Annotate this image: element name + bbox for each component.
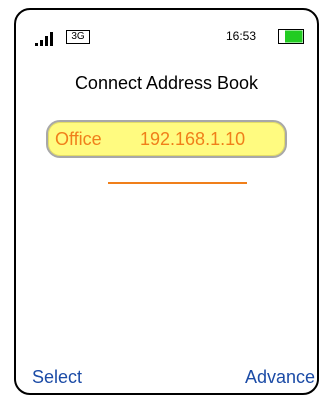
address-book-entry[interactable]: Office 192.168.1.10 — [46, 120, 287, 158]
signal-bars-icon — [35, 32, 53, 46]
entry-ip-address: 192.168.1.10 — [140, 129, 246, 149]
battery-icon — [278, 29, 304, 44]
phone-screen: 3G 16:53 Connect Address Book Office 192… — [14, 8, 319, 395]
advance-softkey[interactable]: Advance — [245, 366, 315, 388]
page-title: Connect Address Book — [74, 73, 259, 93]
input-underline — [108, 182, 247, 184]
status-bar: 3G 16:53 — [16, 10, 317, 58]
entry-name: Office — [55, 129, 102, 149]
select-softkey[interactable]: Select — [32, 366, 82, 388]
network-type-badge: 3G — [66, 30, 90, 44]
clock: 16:53 — [226, 29, 257, 43]
